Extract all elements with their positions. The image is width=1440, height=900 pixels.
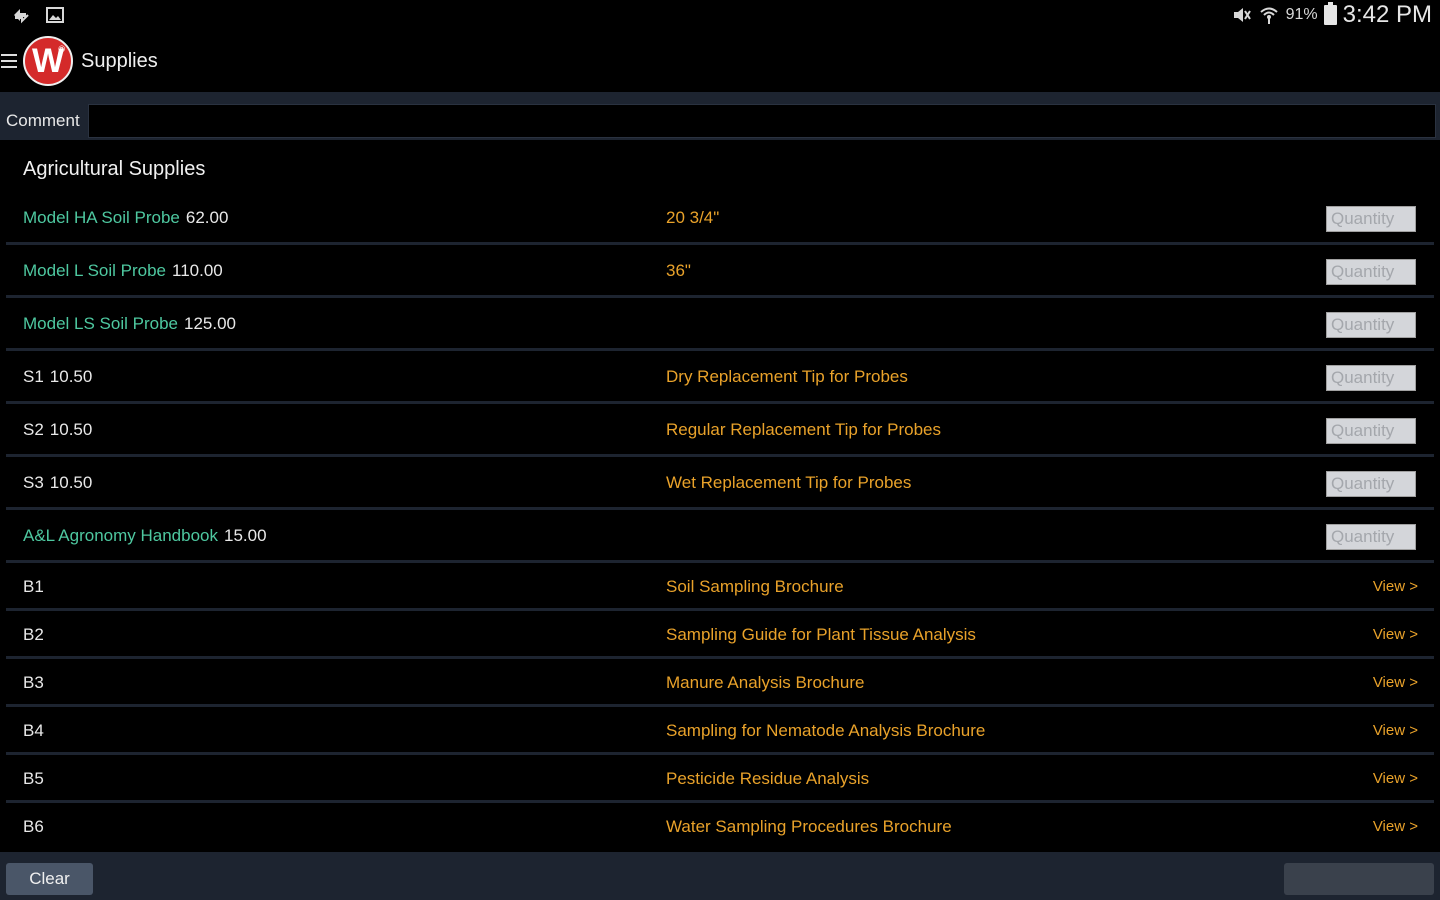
product-label: Model HA Soil Probe 62.00 <box>23 208 228 228</box>
quantity-input[interactable] <box>1326 206 1416 232</box>
view-link[interactable]: View > <box>1373 818 1418 835</box>
product-row: Model HA Soil Probe 62.00 20 3/4" <box>6 192 1434 245</box>
brochure-title: Water Sampling Procedures Brochure <box>666 817 952 836</box>
wifi-icon <box>1259 7 1278 24</box>
product-label: S2 10.50 <box>23 420 92 440</box>
app-logo[interactable]: W ® <box>23 36 73 86</box>
status-right: 91% 3:42 PM <box>1230 0 1432 30</box>
brochure-code: B6 <box>23 817 44 836</box>
brochure-code: B2 <box>23 625 44 644</box>
brochure-row: B3 Manure Analysis Brochure View > <box>6 659 1434 707</box>
brochure-title: Manure Analysis Brochure <box>666 673 865 692</box>
clear-button[interactable]: Clear <box>6 863 93 895</box>
brochure-code: B4 <box>23 721 44 740</box>
header-divider <box>0 92 1440 102</box>
product-price: 125.00 <box>183 314 236 333</box>
product-label: S3 10.50 <box>23 473 92 493</box>
clock: 3:42 PM <box>1342 1 1432 28</box>
product-description: 20 3/4" <box>666 208 720 227</box>
battery-percent: 91% <box>1285 6 1318 23</box>
app-bar: W ® Supplies <box>0 30 1440 92</box>
mute-icon <box>1233 8 1251 22</box>
brochure-row: B1 Soil Sampling Brochure View > <box>6 563 1434 611</box>
brochure-code: B5 <box>23 769 44 788</box>
quantity-input[interactable] <box>1326 471 1416 497</box>
product-row: S3 10.50 Wet Replacement Tip for Probes <box>6 457 1434 510</box>
supplies-list: Agricultural Supplies Model HA Soil Prob… <box>6 144 1434 852</box>
product-label: Model L Soil Probe 110.00 <box>23 261 223 281</box>
product-label: S1 10.50 <box>23 367 92 387</box>
brochure-title: Sampling Guide for Plant Tissue Analysis <box>666 625 976 644</box>
menu-icon[interactable] <box>1 54 17 68</box>
product-price: 10.50 <box>49 420 93 439</box>
submit-button[interactable] <box>1284 863 1434 895</box>
quantity-input[interactable] <box>1326 312 1416 338</box>
brochure-row: B5 Pesticide Residue Analysis View > <box>6 755 1434 803</box>
quantity-input[interactable] <box>1326 259 1416 285</box>
comment-row: Comment <box>0 102 1440 140</box>
product-row: A&L Agronomy Handbook 15.00 <box>6 510 1434 563</box>
view-link[interactable]: View > <box>1373 770 1418 787</box>
status-left <box>10 4 66 26</box>
product-row: S1 10.50 Dry Replacement Tip for Probes <box>6 351 1434 404</box>
brochure-row: B2 Sampling Guide for Plant Tissue Analy… <box>6 611 1434 659</box>
product-description: Wet Replacement Tip for Probes <box>666 473 912 492</box>
view-link[interactable]: View > <box>1373 578 1418 595</box>
product-name: S3 <box>23 473 44 492</box>
product-row: S2 10.50 Regular Replacement Tip for Prob… <box>6 404 1434 457</box>
product-label: A&L Agronomy Handbook 15.00 <box>23 526 267 546</box>
product-name: S1 <box>23 367 44 386</box>
page-title: Supplies <box>81 49 158 72</box>
product-price: 10.50 <box>49 473 93 492</box>
product-price: 15.00 <box>224 526 267 545</box>
product-description: 36" <box>666 261 691 280</box>
brochure-row: B4 Sampling for Nematode Analysis Brochu… <box>6 707 1434 755</box>
product-name: A&L Agronomy Handbook <box>23 526 218 545</box>
view-link[interactable]: View > <box>1373 626 1418 643</box>
brochure-code: B1 <box>23 577 44 596</box>
product-row: Model LS Soil Probe 125.00 <box>6 298 1434 351</box>
product-price: 10.50 <box>49 367 93 386</box>
logo-registered-mark: ® <box>58 44 65 54</box>
brochure-code: B3 <box>23 673 44 692</box>
quantity-input[interactable] <box>1326 524 1416 550</box>
product-description: Dry Replacement Tip for Probes <box>666 367 908 386</box>
product-price: 110.00 <box>172 261 223 280</box>
product-name: Model LS Soil Probe <box>23 314 178 333</box>
bottom-bar: Clear <box>0 852 1440 900</box>
battery-icon <box>1323 2 1337 25</box>
product-row: Model L Soil Probe 110.00 36" <box>6 245 1434 298</box>
section-title: Agricultural Supplies <box>23 158 206 180</box>
product-name: Model L Soil Probe <box>23 261 167 280</box>
product-description: Regular Replacement Tip for Probes <box>666 420 941 439</box>
comment-label: Comment <box>6 111 80 130</box>
product-price: 62.00 <box>185 208 229 227</box>
brochure-title: Soil Sampling Brochure <box>666 577 844 596</box>
product-label: Model LS Soil Probe 125.00 <box>23 314 236 334</box>
status-bar: 91% 3:42 PM <box>0 0 1440 30</box>
image-icon <box>46 7 64 23</box>
comment-input[interactable] <box>88 104 1436 138</box>
product-name: S2 <box>23 420 44 439</box>
view-link[interactable]: View > <box>1373 674 1418 691</box>
sync-icon <box>14 9 29 24</box>
brochure-title: Sampling for Nematode Analysis Brochure <box>666 721 986 740</box>
product-name: Model HA Soil Probe <box>23 208 180 227</box>
view-link[interactable]: View > <box>1373 722 1418 739</box>
quantity-input[interactable] <box>1326 418 1416 444</box>
brochure-title: Pesticide Residue Analysis <box>666 769 870 788</box>
quantity-input[interactable] <box>1326 365 1416 391</box>
brochure-row: B6 Water Sampling Procedures Brochure Vi… <box>6 803 1434 852</box>
